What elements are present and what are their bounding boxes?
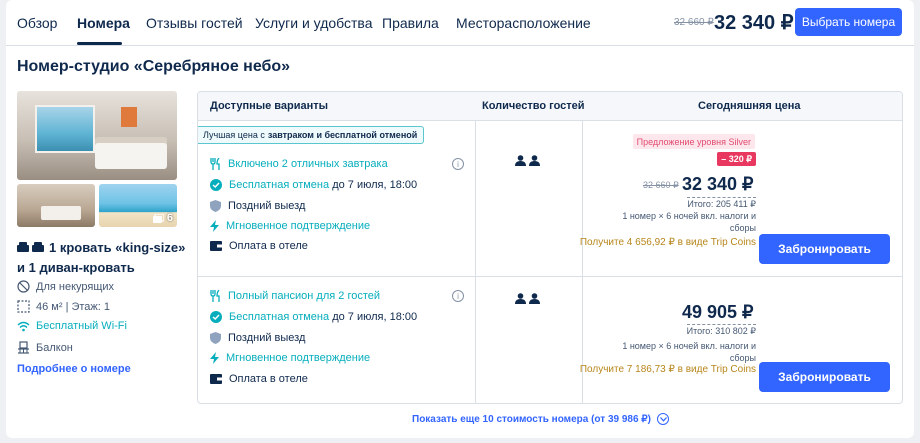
person-icon [529,293,540,304]
free-cancellation-feature: Бесплатная отмена до 7 июля, 18:00 [210,179,417,191]
guest-count [515,293,540,304]
total-price: Итого: 310 802 ₽ [686,324,756,336]
wifi-icon [17,321,30,331]
late-checkout-feature: Поздний выезд [210,200,305,212]
pay-at-hotel-feature: Оплата в отеле [210,373,308,385]
gallery-icon [152,213,164,223]
old-price: 32 660 ₽ [643,180,679,190]
price-note: 1 номер × 6 ночей вкл. налоги и сборы [622,341,756,363]
price-note: 1 номер × 6 ночей вкл. налоги и сборы [622,211,756,233]
no-smoking-icon [17,280,30,293]
wallet-icon [210,374,222,384]
column-header-price: Сегодняшняя цена [698,100,801,112]
info-icon[interactable]: i [452,290,464,302]
trip-coins: Получите 7 186,73 ₽ в виде Trip Coins [579,364,756,375]
book-button[interactable]: Забронировать [759,362,890,392]
tab-bar: Обзор Номера Отзывы гостей Услуги и удоб… [6,0,914,46]
rate-table: Доступные варианты Количество гостей Сег… [197,91,903,404]
tab-policies[interactable]: Правила [382,15,439,31]
guest-count [515,155,540,166]
photo-count: 6 [152,212,173,224]
room-photo-main[interactable] [17,91,177,180]
header-price: 32 340 ₽ [714,12,794,34]
check-circle-icon [210,311,222,323]
area-icon [17,300,30,313]
shield-icon [210,200,221,212]
tab-reviews[interactable]: Отзывы гостей [146,15,243,31]
free-cancellation-feature: Бесплатная отмена до 7 июля, 18:00 [210,311,417,323]
fork-knife-icon [210,158,220,170]
pay-at-hotel-feature: Оплата в отеле [210,240,308,252]
info-icon[interactable]: i [452,158,464,170]
amenity-balcony: Балкон [17,341,73,354]
tab-amenities[interactable]: Услуги и удобства [255,15,372,31]
discount-badge: – 320 ₽ [717,152,756,166]
fork-knife-icon [210,290,220,302]
amenity-non-smoking: Для некурящих [17,280,114,293]
meal-feature: Полный пансион для 2 гостей [210,290,380,302]
room-photo-thumb[interactable] [17,184,95,227]
bed-type: 1 кровать «king-size» [17,240,187,257]
tab-rooms[interactable]: Номера [77,15,130,31]
price: 32 340 ₽ [682,174,754,194]
person-icon [515,155,526,166]
active-tab-indicator [77,42,122,45]
room-title: Номер-студио «Серебряное небо» [17,58,291,75]
price: 49 905 ₽ [682,302,754,322]
instant-confirmation-feature: Мгновенное подтверждение [210,220,370,232]
total-price: Итого: 205 411 ₽ [687,197,756,209]
room-card: Обзор Номера Отзывы гостей Услуги и удоб… [6,0,914,438]
table-header: Доступные варианты Количество гостей Сег… [198,92,902,121]
column-header-guests: Количество гостей [482,100,585,112]
bed-type-extra: и 1 диван-кровать [17,260,135,275]
book-button[interactable]: Забронировать [759,234,890,264]
silver-offer-badge: Предложение уровня Silver [632,134,755,149]
tab-location[interactable]: Месторасположение [456,15,591,31]
late-checkout-feature: Поздний выезд [210,332,305,344]
shield-icon [210,332,221,344]
room-details-link[interactable]: Подробнее о номере [17,363,131,375]
select-rooms-button[interactable]: Выбрать номера [795,8,902,36]
wallet-icon [210,241,222,251]
instant-confirmation-feature: Мгновенное подтверждение [210,352,370,364]
lightning-icon [210,220,219,232]
tab-overview[interactable]: Обзор [17,15,57,31]
old-price: 32 660 ₽ [674,17,714,28]
column-header-options: Доступные варианты [210,100,329,112]
bed-icon [17,242,45,257]
balcony-icon [18,341,29,354]
meal-feature: Включено 2 отличных завтрака [210,158,388,170]
amenity-wifi: Бесплатный Wi-Fi [17,320,127,332]
lightning-icon [210,352,219,364]
trip-coins: Получите 4 656,92 ₽ в виде Trip Coins [579,237,756,248]
chevron-down-icon [657,413,670,425]
person-icon [515,293,526,304]
best-price-badge: Лучшая цена с завтраком и бесплатной отме… [198,126,425,144]
show-more-rates-link[interactable]: Показать еще 10 стоимость номера (от 39 … [412,413,670,425]
person-icon [529,155,540,166]
amenity-size-floor: 46 м² | Этаж: 1 [17,300,110,313]
room-photo-thumb[interactable]: 6 [99,184,177,227]
check-circle-icon [210,179,222,191]
